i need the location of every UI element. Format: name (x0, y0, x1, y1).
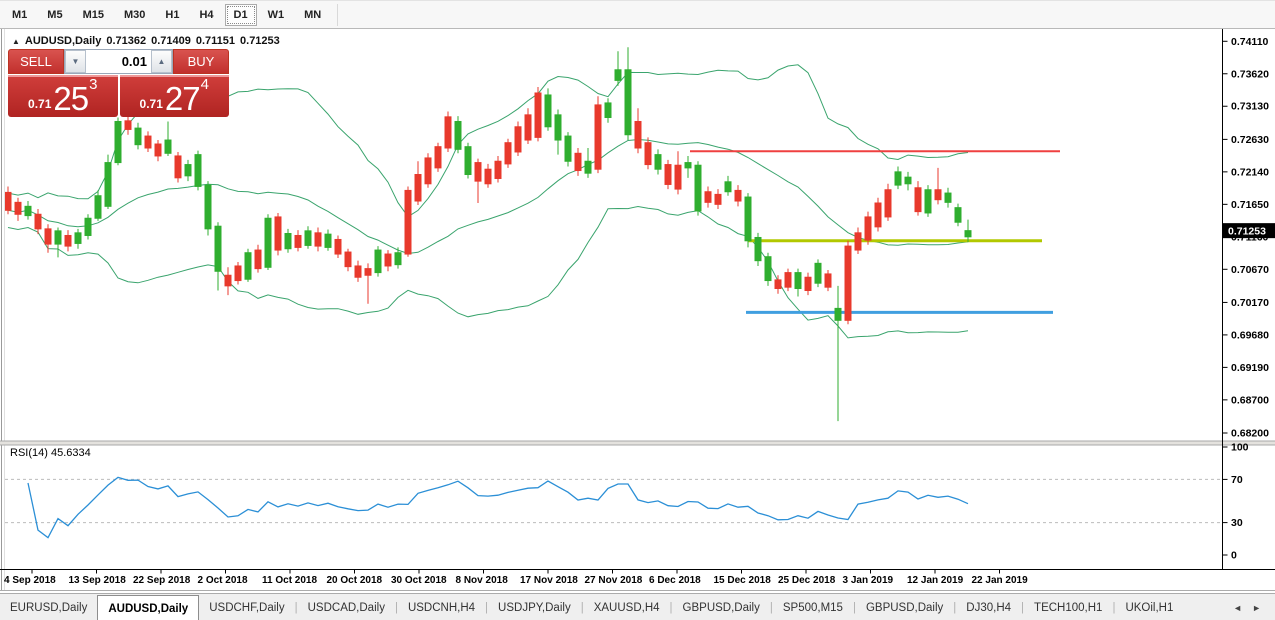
date-axis-label: 4 Sep 2018 (4, 575, 56, 586)
chart-tab-gbpusd-daily[interactable]: GBPUSD,Daily (856, 594, 953, 620)
timeframe-button-h1[interactable]: H1 (156, 4, 188, 26)
chart-tab-eurusd-daily[interactable]: EURUSD,Daily (0, 594, 97, 620)
tab-scroll-right-icon[interactable]: ► (1252, 603, 1261, 613)
collapse-arrow-icon[interactable]: ▲ (12, 37, 20, 46)
mt4-window: M1M5M15M30H1H4D1W1MN 0.74110 0.73620 0.731… (0, 0, 1275, 620)
price-axis-label: 0.71650 (1231, 199, 1269, 211)
price-axis-label: 0.68200 (1231, 428, 1269, 440)
sell-price-big: 25 (53, 84, 88, 114)
volume-stepper: ▼ 0.01 ▲ (64, 49, 173, 74)
date-axis-label: 13 Sep 2018 (69, 575, 127, 586)
sell-price-button[interactable]: 0.71 25 3 (8, 75, 118, 117)
timeframe-button-h4[interactable]: H4 (190, 4, 222, 26)
price-axis-label: 0.73130 (1231, 101, 1269, 113)
date-axis-label: 30 Oct 2018 (391, 575, 447, 586)
price-axis-label: 0.69680 (1231, 329, 1269, 341)
timeframe-button-m15[interactable]: M15 (74, 4, 113, 26)
tab-scroll-left-icon[interactable]: ◄ (1233, 603, 1242, 613)
chart-tab-usdjpy-daily[interactable]: USDJPY,Daily (488, 594, 581, 620)
date-axis-label: 15 Dec 2018 (714, 575, 772, 586)
one-click-trading-panel: SELL ▼ 0.01 ▲ BUY 0.71 25 3 0.71 27 4 (8, 49, 229, 117)
bar-low-value: 0.71151 (196, 35, 235, 47)
date-axis-label: 27 Nov 2018 (585, 575, 643, 586)
chart-tab-usdchf-daily[interactable]: USDCHF,Daily (199, 594, 294, 620)
buy-price-button[interactable]: 0.71 27 4 (120, 75, 230, 117)
timeframe-button-m30[interactable]: M30 (115, 4, 154, 26)
price-axis-label: 0.72630 (1231, 134, 1269, 146)
price-axis-label: 0.74110 (1231, 36, 1269, 48)
date-axis-label: 22 Jan 2019 (972, 575, 1029, 586)
bar-open-value: 0.71362 (106, 35, 146, 47)
date-axis-label: 8 Nov 2018 (456, 575, 509, 586)
chart-tab-xauusd-h4[interactable]: XAUUSD,H4 (584, 594, 670, 620)
chart-symbol-label: AUDUSD,Daily (25, 35, 101, 47)
date-axis-label: 20 Oct 2018 (327, 575, 383, 586)
price-axis-label: 0.69190 (1231, 362, 1269, 374)
chart-tab-bar: EURUSD,DailyAUDUSD,DailyUSDCHF,Daily|USD… (0, 593, 1275, 620)
chart-tab-tech100-h1[interactable]: TECH100,H1 (1024, 594, 1112, 620)
toolbar-separator (337, 4, 338, 26)
chart-tab-dj30-h4[interactable]: DJ30,H4 (956, 594, 1021, 620)
timeframe-button-w1[interactable]: W1 (259, 4, 294, 26)
timeframe-button-m1[interactable]: M1 (3, 4, 36, 26)
chart-tab-ukoil-h1[interactable]: UKOil,H1 (1115, 594, 1183, 620)
chart-window: 0.741100.736200.731300.726300.721400.716… (0, 29, 1275, 592)
rsi-axis-label: 70 (1231, 474, 1243, 486)
volume-up-icon[interactable]: ▲ (151, 50, 172, 73)
date-axis-label: 17 Nov 2018 (520, 575, 578, 586)
timeframe-button-m5[interactable]: M5 (38, 4, 71, 26)
bar-close-value: 0.71253 (240, 35, 280, 47)
chart-tab-usdcad-daily[interactable]: USDCAD,Daily (298, 594, 395, 620)
date-axis-label: 6 Dec 2018 (649, 575, 701, 586)
date-axis-label: 12 Jan 2019 (907, 575, 964, 586)
current-price-tag: 0.71253 (1228, 226, 1266, 238)
date-axis-label: 22 Sep 2018 (133, 575, 191, 586)
rsi-indicator-label: RSI(14) 45.6334 (10, 447, 91, 459)
price-axis-label: 0.70670 (1231, 264, 1269, 276)
price-axis-label: 0.68700 (1231, 394, 1269, 406)
date-axis-label: 11 Oct 2018 (262, 575, 317, 586)
chart-title: ▲ AUDUSD,Daily 0.71362 0.71409 0.71151 0… (12, 35, 280, 47)
chart-tab-sp500-m15[interactable]: SP500,M15 (773, 594, 853, 620)
price-axis-label: 0.73620 (1231, 68, 1269, 80)
buy-price-sup: 4 (201, 68, 209, 102)
period-toolbar: M1M5M15M30H1H4D1W1MN (0, 0, 1275, 29)
price-axis-label: 0.72140 (1231, 166, 1269, 178)
buy-price-prefix: 0.71 (140, 94, 163, 114)
timeframe-button-d1[interactable]: D1 (225, 4, 257, 26)
rsi-axis-label: 30 (1231, 517, 1243, 529)
sell-price-prefix: 0.71 (28, 94, 51, 114)
date-axis-label: 2 Oct 2018 (198, 575, 248, 586)
bar-high-value: 0.71409 (151, 35, 191, 47)
volume-down-icon[interactable]: ▼ (65, 50, 86, 73)
price-axis-label: 0.70170 (1231, 297, 1269, 309)
rsi-axis-label: 100 (1231, 442, 1249, 454)
sell-button[interactable]: SELL (8, 49, 64, 74)
buy-price-big: 27 (165, 84, 200, 114)
timeframe-button-mn[interactable]: MN (295, 4, 330, 26)
sell-price-sup: 3 (89, 68, 97, 102)
tab-scroll-arrows: ◄► (1219, 594, 1275, 620)
chart-tab-usdcnh-h4[interactable]: USDCNH,H4 (398, 594, 485, 620)
date-axis-label: 25 Dec 2018 (778, 575, 836, 586)
date-axis-label: 3 Jan 2019 (843, 575, 894, 586)
rsi-axis-label: 0 (1231, 550, 1237, 562)
chart-tab-audusd-daily[interactable]: AUDUSD,Daily (97, 595, 199, 620)
chart-tab-gbpusd-daily[interactable]: GBPUSD,Daily (673, 594, 770, 620)
